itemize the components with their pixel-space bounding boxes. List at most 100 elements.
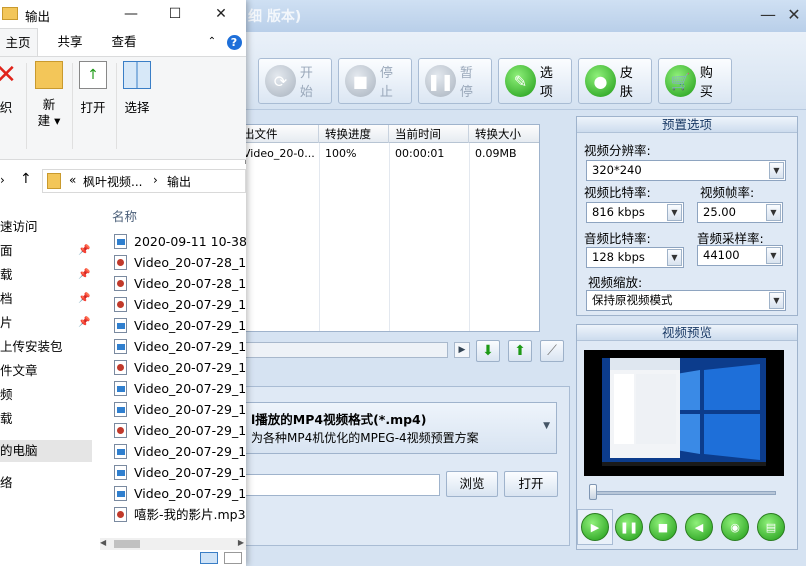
pause-preview-button[interactable]: ❚❚ (615, 513, 643, 541)
maximize-button[interactable]: ☐ (160, 2, 190, 26)
move-up-button[interactable]: ⬆ (508, 340, 532, 362)
nav-pictures[interactable]: 片 📌 (0, 312, 92, 334)
list-item[interactable]: Video_20-07-29_16 (114, 294, 246, 315)
audio-file-icon (114, 507, 127, 522)
col-output-file[interactable]: 出文件 (237, 125, 319, 143)
open-button[interactable]: ↑ 打开 (78, 61, 108, 139)
seek-bar[interactable] (590, 491, 776, 495)
address-bar[interactable]: « 枫叶视频... › 输出 (42, 169, 246, 193)
column-name-header[interactable]: 名称 (112, 206, 137, 225)
options-button[interactable]: ✎ 选项 (498, 58, 572, 104)
browse-button[interactable]: 浏览 (446, 471, 498, 497)
audio-bitrate-select[interactable]: 128 kbps ▼ (586, 247, 684, 268)
list-item[interactable]: Video_20-07-29_16 (114, 378, 246, 399)
format-selector[interactable]: l播放的MP4视频格式(*.mp4) 为各种MP4机优化的MPEG-4视频预置方… (236, 402, 557, 454)
image-file-icon (114, 402, 127, 417)
ribbon: ✕ 织 新建 ▾ ↑ 打开 选择 (0, 56, 246, 160)
address-bar-row: › ↑ « 枫叶视频... › 输出 (0, 164, 246, 198)
pause-button[interactable]: ❚❚ 暂停 (418, 58, 492, 104)
details-view-icon[interactable] (200, 552, 218, 564)
col-size[interactable]: 转换大小 (469, 125, 539, 143)
tab-home[interactable]: 主页 (0, 28, 38, 56)
list-item[interactable]: Video_20-07-29_16 (114, 441, 246, 462)
scroll-thumb[interactable] (114, 540, 140, 548)
scroll-right-arrow-icon[interactable]: ▶ (454, 342, 470, 358)
recent-locations-icon[interactable]: › (0, 173, 5, 187)
select-button[interactable]: 选择 (120, 61, 154, 139)
pin-icon: 📌 (78, 269, 91, 280)
play-button[interactable]: ▶ (581, 513, 609, 541)
large-icons-view-icon[interactable] (224, 552, 242, 564)
open-button[interactable]: 打开 (504, 471, 558, 497)
tab-view[interactable]: 查看 (104, 28, 144, 56)
move-down-button[interactable]: ⬇ (476, 340, 500, 362)
help-icon[interactable]: ? (226, 28, 242, 56)
address-overflow[interactable]: « (69, 173, 76, 187)
nav-network[interactable]: 络 (0, 472, 92, 494)
output-path-input[interactable] (236, 474, 440, 496)
close-button[interactable]: ✕ (206, 2, 236, 26)
list-item[interactable]: Video_20-07-29_16 (114, 462, 246, 483)
seek-thumb[interactable] (589, 484, 597, 500)
options-icon: ✎ (505, 65, 536, 97)
list-item[interactable]: Video_20-07-29_16 (114, 483, 246, 504)
pause-label: 暂停 (459, 66, 473, 100)
file-table[interactable]: 出文件 转换进度 当前时间 转换大小 Video_20-0... 100% 00… (236, 124, 540, 332)
nav-this-pc[interactable]: 的电脑 (0, 440, 92, 462)
nav-documents[interactable]: 档 📌 (0, 288, 92, 310)
delete-button[interactable]: ✕ 织 (0, 61, 22, 139)
collapse-ribbon-icon[interactable]: ⌃ (204, 28, 220, 56)
list-item[interactable]: Video_20-07-29_16 (114, 399, 246, 420)
camera-icon: ◉ (730, 520, 740, 534)
list-item[interactable]: 嘻影-我的影片.mp3 (114, 504, 246, 525)
list-item[interactable]: 2020-09-11 10-38-5 (114, 231, 246, 252)
list-item[interactable]: Video_20-07-29_16 (114, 336, 246, 357)
scale-select[interactable]: 保持原视频模式 ▼ (586, 290, 786, 311)
navigation-pane: 速访问 面 📌 载 📌 档 📌 片 📌 上传安装包 件文章 频 载 的电脑 络 (0, 206, 92, 534)
col-progress[interactable]: 转换进度 (319, 125, 389, 143)
converter-title: 细 版本) (248, 9, 302, 25)
skin-button[interactable]: ● 皮肤 (578, 58, 652, 104)
minimize-button[interactable]: — (116, 2, 146, 26)
breadcrumb-parent[interactable]: 枫叶视频... (83, 173, 142, 190)
buy-button[interactable]: 🛒 购买 (658, 58, 732, 104)
nav-videos[interactable]: 频 (0, 384, 92, 406)
start-button[interactable]: ⟳ 开始 (258, 58, 332, 104)
nav-articles[interactable]: 件文章 (0, 360, 92, 382)
scroll-right-icon: ▶ (237, 538, 244, 547)
nav-downloads-2[interactable]: 载 (0, 408, 92, 430)
stop-button[interactable]: ■ 停止 (338, 58, 412, 104)
list-item[interactable]: Video_20-07-28_16 (114, 252, 246, 273)
nav-quick-access[interactable]: 速访问 (0, 216, 92, 238)
minimize-button[interactable]: — (756, 4, 780, 26)
format-description: 为各种MP4机优化的MPEG-4视频预置方案 (251, 431, 479, 445)
snapshot-button[interactable]: ◉ (721, 513, 749, 541)
clear-button[interactable]: ⟋ (540, 340, 564, 362)
table-horizontal-scrollbar[interactable] (236, 342, 448, 358)
nav-downloads[interactable]: 载 📌 (0, 264, 92, 286)
up-arrow-icon[interactable]: ↑ (20, 171, 32, 187)
folder-button[interactable]: ▤ (757, 513, 785, 541)
tab-share[interactable]: 共享 (50, 28, 90, 56)
samplerate-select[interactable]: 44100 ▼ (697, 245, 783, 266)
mute-button[interactable]: ◀ (685, 513, 713, 541)
select-label: 选择 (124, 100, 150, 115)
close-button[interactable]: ✕ (782, 4, 806, 26)
stop-icon: ■ (657, 520, 669, 534)
list-item[interactable]: Video_20-07-29_16 (114, 420, 246, 441)
nav-desktop[interactable]: 面 📌 (0, 240, 92, 262)
nav-upload-packages[interactable]: 上传安装包 (0, 336, 92, 358)
file-list-horizontal-scrollbar[interactable]: ◀ ▶ (100, 538, 246, 550)
stop-label: 停止 (379, 66, 393, 100)
stop-preview-button[interactable]: ■ (649, 513, 677, 541)
list-item[interactable]: Video_20-07-28_16 (114, 273, 246, 294)
framerate-select[interactable]: 25.00 ▼ (697, 202, 783, 223)
list-item[interactable]: Video_20-07-29_16 (114, 357, 246, 378)
list-item[interactable]: Video_20-07-29_16 (114, 315, 246, 336)
resolution-select[interactable]: 320*240 ▼ (586, 160, 786, 181)
breadcrumb-current[interactable]: 输出 (167, 173, 191, 190)
col-current-time[interactable]: 当前时间 (389, 125, 469, 143)
image-file-icon (114, 381, 127, 396)
new-folder-button[interactable]: 新建 ▾ (32, 61, 66, 139)
video-bitrate-select[interactable]: 816 kbps ▼ (586, 202, 684, 223)
